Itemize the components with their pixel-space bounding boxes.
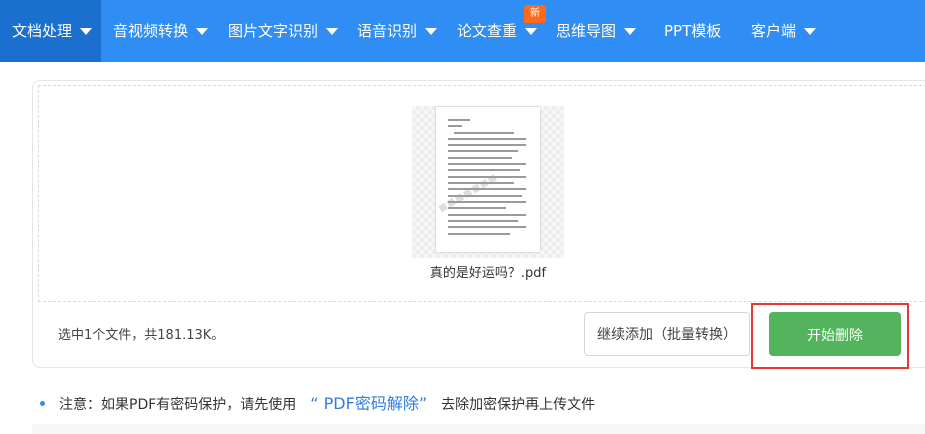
nav-label: 音视频转换 xyxy=(113,22,189,40)
chevron-down-icon xyxy=(804,28,817,35)
nav-item-ocr[interactable]: 图片文字识别 xyxy=(228,0,339,62)
chevron-down-icon xyxy=(80,28,93,35)
pdf-page-preview: ▪▪▪▪▪▪▪ xyxy=(436,107,540,252)
pdf-password-remove-link[interactable]: “ PDF密码解除” xyxy=(310,394,427,413)
note-suffix: 去除加密保护再上传文件 xyxy=(441,397,596,413)
nav-label: 语音识别 xyxy=(357,22,418,40)
chevron-down-icon xyxy=(326,28,339,35)
nav-item-ppt[interactable]: PPT模板 xyxy=(664,0,721,62)
file-name-label: 真的是好运吗？.pdf xyxy=(429,266,547,281)
nav-item-client[interactable]: 客户端 xyxy=(751,0,817,62)
password-note: 注意：如果PDF有密码保护，请先使用 “ PDF密码解除” 去除加密保护再上传文件 xyxy=(40,390,595,414)
nav-item-mindmap[interactable]: 思维导图 xyxy=(556,0,637,62)
nav-label: PPT模板 xyxy=(664,22,722,40)
nav-label: 思维导图 xyxy=(556,22,617,40)
top-nav-bar: 文档处理 音视频转换 图片文字识别 语音识别 论文查重 新 思维导图 PPT模板… xyxy=(0,0,925,62)
nav-label: 文档处理 xyxy=(12,22,73,40)
continue-add-button[interactable]: 继续添加（批量转换） xyxy=(584,312,750,356)
nav-item-speech[interactable]: 语音识别 xyxy=(357,0,438,62)
nav-item-av-convert[interactable]: 音视频转换 xyxy=(113,0,209,62)
nav-label: 图片文字识别 xyxy=(228,22,319,40)
start-delete-button[interactable]: 开始删除 xyxy=(769,312,901,356)
chevron-down-icon xyxy=(525,28,538,35)
chevron-down-icon xyxy=(425,28,438,35)
chevron-down-icon xyxy=(624,28,637,35)
selection-summary: 选中1个文件，共181.13K。 xyxy=(58,328,225,343)
bottom-section-edge xyxy=(32,424,925,434)
chevron-down-icon xyxy=(196,28,209,35)
nav-label: 客户端 xyxy=(751,22,797,40)
new-badge: 新 xyxy=(524,5,546,23)
bullet-icon xyxy=(40,401,45,406)
note-prefix: 注意：如果PDF有密码保护，请先使用 xyxy=(59,397,297,413)
nav-item-document[interactable]: 文档处理 xyxy=(0,0,101,62)
nav-label: 论文查重 xyxy=(457,22,518,40)
